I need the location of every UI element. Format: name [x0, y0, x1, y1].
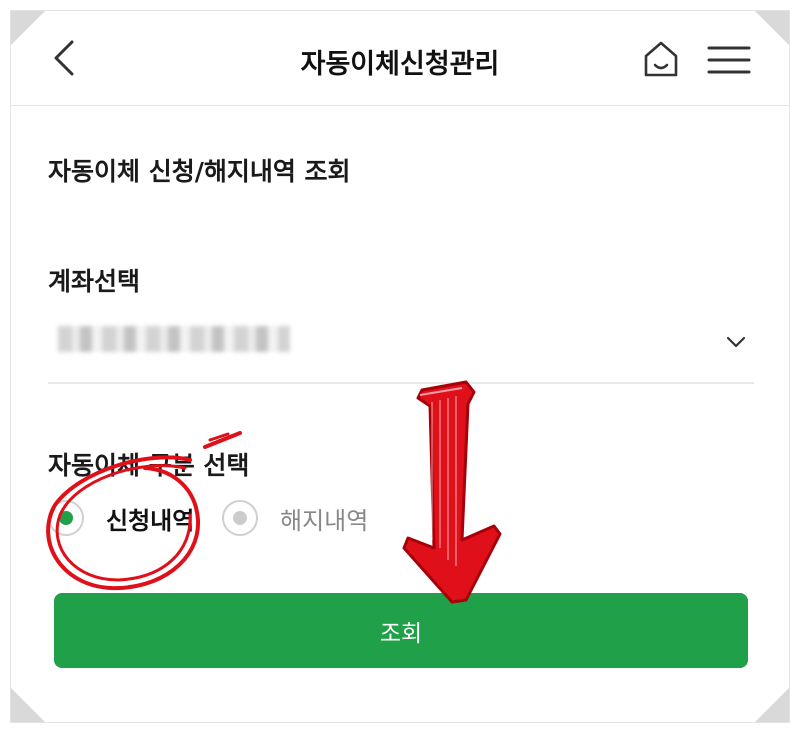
radio-label-application: 신청내역 — [106, 506, 195, 535]
masked-account-number — [58, 326, 290, 352]
menu-button[interactable] — [705, 40, 753, 80]
app-header: 자동이체신청관리 — [10, 10, 790, 106]
radio-button-unselected[interactable] — [222, 500, 258, 536]
radio-option-application[interactable]: 신청내역 — [48, 500, 194, 536]
corner-fold-bottom-right — [755, 688, 789, 722]
transfer-type-radio-group: 신청내역 해지내역 — [48, 500, 448, 546]
corner-fold-bottom-left — [11, 688, 45, 722]
home-button[interactable] — [640, 38, 682, 80]
radio-button-selected[interactable] — [48, 500, 84, 536]
section-title: 자동이체 신청/해지내역 조회 — [48, 157, 351, 186]
radio-option-cancellation[interactable]: 해지내역 — [222, 500, 368, 536]
radio-label-cancellation: 해지내역 — [280, 506, 369, 535]
account-select-dropdown[interactable] — [48, 308, 754, 384]
home-icon — [644, 41, 678, 77]
transfer-type-label: 자동이체 구분 선택 — [48, 451, 250, 480]
account-select-label: 계좌선택 — [48, 267, 141, 296]
search-submit-button[interactable]: 조회 — [54, 593, 748, 668]
chevron-down-icon — [726, 336, 746, 348]
hamburger-menu-icon — [707, 46, 751, 74]
